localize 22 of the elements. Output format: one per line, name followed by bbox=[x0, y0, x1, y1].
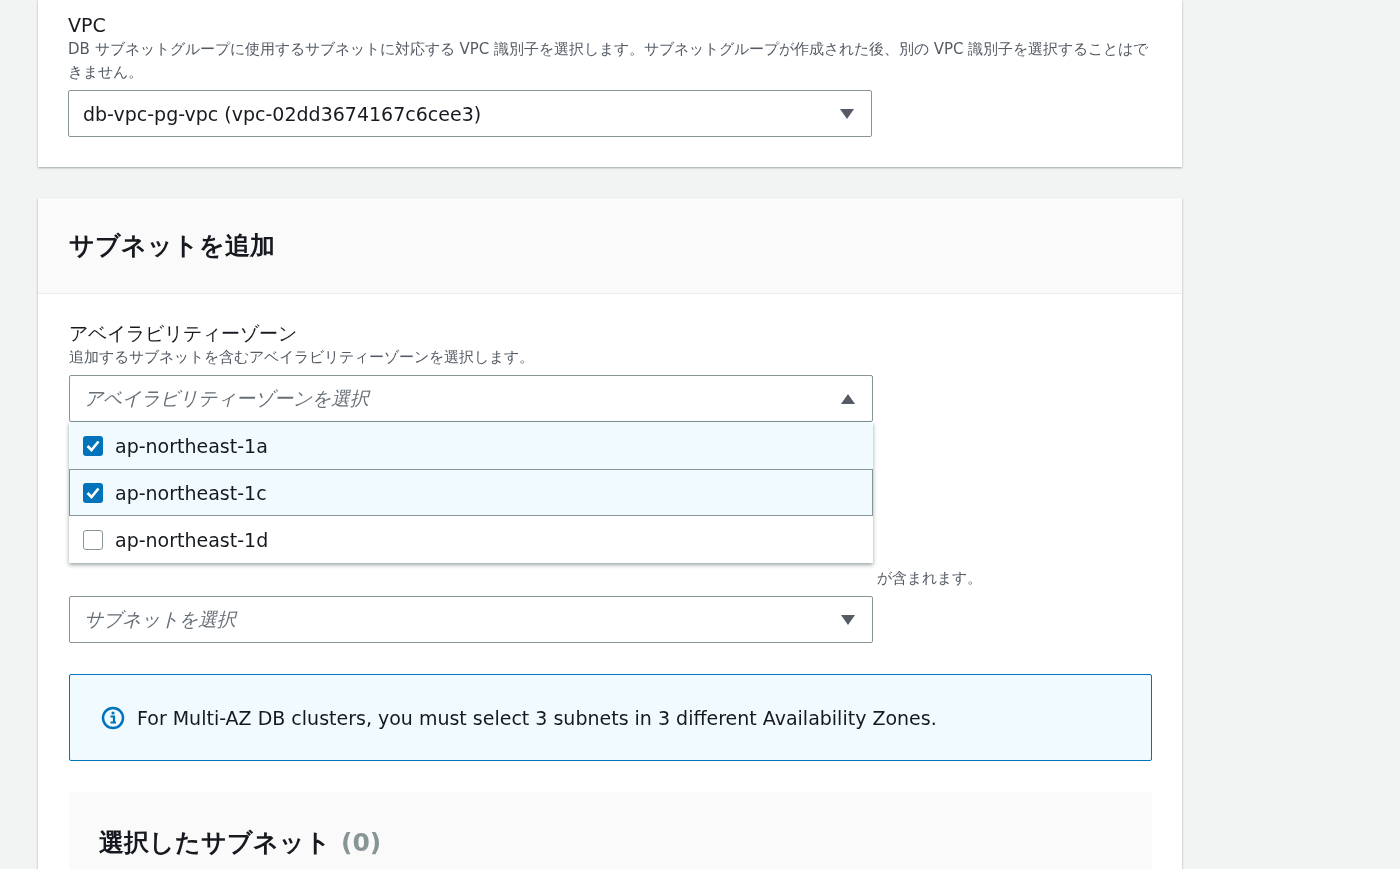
dropdown-option[interactable]: ap-northeast-1d bbox=[69, 516, 873, 563]
availability-zone-select[interactable]: アベイラビリティーゾーンを選択 bbox=[69, 375, 873, 422]
info-text: For Multi-AZ DB clusters, you must select 3 subnets in 3 different Availability Zones. bbox=[137, 706, 937, 729]
field-description: 追加するサブネットを含むアベイラビリティーゾーンを選択します。 bbox=[69, 347, 535, 368]
checkbox[interactable] bbox=[83, 529, 103, 550]
checkbox[interactable] bbox=[83, 435, 103, 456]
dropdown-option[interactable]: ap-northeast-1c bbox=[69, 469, 873, 516]
section-title: サブネットを追加 bbox=[69, 230, 275, 262]
caret-down-icon bbox=[840, 613, 856, 626]
vpc-select[interactable]: db-vpc-pg-vpc (vpc-02dd3674167c6cee3) bbox=[68, 90, 872, 137]
subnet-count: (0) bbox=[341, 827, 382, 857]
field-label: アベイラビリティーゾーン bbox=[69, 321, 298, 346]
field-description: が含まれます。 bbox=[877, 569, 982, 587]
info-icon bbox=[101, 705, 125, 730]
caret-down-icon bbox=[839, 107, 855, 120]
checkbox[interactable] bbox=[83, 482, 103, 503]
field-label: VPC bbox=[68, 13, 107, 38]
section-title: 選択したサブネット bbox=[99, 826, 331, 859]
field-description: DB サブネットグループに使用するサブネットに対応する VPC 識別子を選択します。サブネットグループが作成された後、別の VPC 識別子を選択することはできません。 bbox=[68, 39, 1150, 83]
caret-up-icon bbox=[840, 392, 856, 405]
subnet-select[interactable]: サブネットを選択 bbox=[69, 596, 873, 643]
dropdown-option[interactable]: ap-northeast-1a bbox=[69, 422, 873, 469]
